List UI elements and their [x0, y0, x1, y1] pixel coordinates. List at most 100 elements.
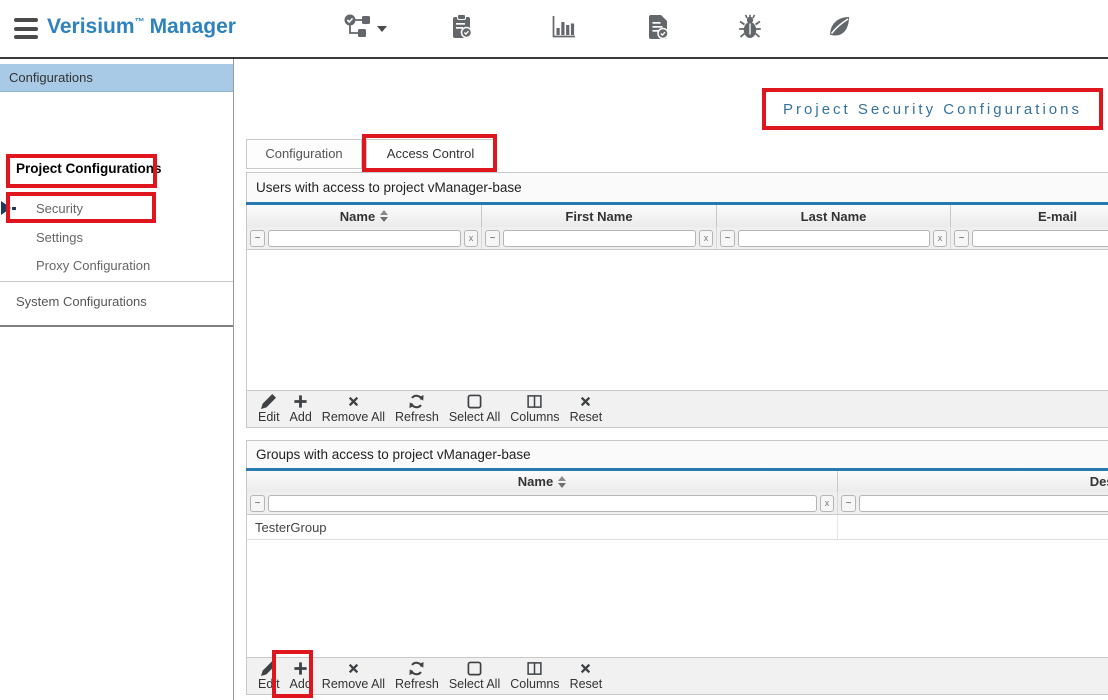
match-mode-button[interactable]: ~ [250, 230, 265, 247]
match-mode-button[interactable]: ~ [841, 495, 856, 512]
clear-filter-button[interactable]: x [464, 230, 478, 247]
refresh-icon [409, 394, 424, 409]
sidebar-vertical-divider [233, 59, 234, 700]
table-row[interactable]: TesterGroup [246, 515, 1108, 540]
match-mode-button[interactable]: ~ [250, 495, 265, 512]
groups-filter-description: ~ [838, 492, 1108, 514]
sidebar-item-system-configurations[interactable]: System Configurations [16, 294, 147, 309]
users-column-header-email[interactable]: E-mail [951, 205, 1108, 227]
sort-icon [558, 476, 566, 488]
groups-filter-row: ~ x ~ [246, 492, 1108, 515]
users-filter-name: ~ x [247, 227, 482, 249]
groups-table-header: Name Description [246, 471, 1108, 492]
select-all-button[interactable]: Select All [444, 659, 505, 693]
document-check-icon[interactable] [641, 11, 675, 43]
groups-section-title: Groups with access to project vManager-b… [246, 440, 1108, 468]
groups-column-header-description[interactable]: Description [838, 471, 1108, 492]
sidebar-item-security[interactable]: Security [36, 201, 83, 216]
users-first-name-filter-input[interactable] [503, 230, 696, 247]
columns-button[interactable]: Columns [505, 659, 564, 693]
users-name-filter-input[interactable] [268, 230, 461, 247]
users-email-filter-input[interactable] [972, 230, 1108, 247]
users-table-header: Name First Name Last Name E-mail [246, 205, 1108, 227]
sidebar-item-proxy-configuration[interactable]: Proxy Configuration [36, 258, 150, 273]
clipboard-check-icon[interactable] [445, 11, 479, 43]
groups-filter-name: ~ x [247, 492, 838, 514]
groups-description-filter-input[interactable] [859, 495, 1108, 512]
sidebar-header: Configurations [0, 64, 233, 92]
users-filter-last-name: ~ x [717, 227, 951, 249]
refresh-button[interactable]: Refresh [390, 392, 444, 426]
x-icon [347, 661, 360, 676]
app-header: Verisium™ Manager [0, 0, 1108, 59]
users-table-body [246, 250, 1108, 390]
match-mode-button[interactable]: ~ [720, 230, 735, 247]
plus-icon [293, 661, 308, 676]
select-all-button[interactable]: Select All [444, 392, 505, 426]
users-filter-first-name: ~ x [482, 227, 717, 249]
edit-button[interactable]: Edit [253, 392, 285, 426]
pencil-icon [261, 394, 276, 409]
groups-toolbar: Edit Add Remove All Refresh Select All C… [246, 657, 1108, 695]
workflow-check-icon[interactable] [341, 11, 375, 43]
groups-table-body [246, 540, 1108, 657]
match-mode-button[interactable]: ~ [954, 230, 969, 247]
trademark: ™ [135, 17, 145, 28]
sidebar-item-settings[interactable]: Settings [36, 230, 83, 245]
sort-icon [380, 210, 388, 222]
tab-configuration[interactable]: Configuration [246, 139, 362, 169]
x-icon [579, 394, 592, 409]
users-filter-row: ~ x ~ x ~ x ~ [246, 227, 1108, 250]
refresh-button[interactable]: Refresh [390, 659, 444, 693]
app-name-suffix: Manager [150, 15, 236, 38]
users-section-title: Users with access to project vManager-ba… [246, 172, 1108, 202]
plus-icon [293, 394, 308, 409]
clear-filter-button[interactable]: x [820, 495, 834, 512]
groups-name-filter-input[interactable] [268, 495, 817, 512]
app-logo: Verisium™ Manager [47, 15, 236, 39]
bug-icon[interactable] [733, 11, 767, 43]
tab-access-control[interactable]: Access Control [366, 139, 495, 169]
active-item-arrow-icon [1, 201, 11, 215]
add-button[interactable]: Add [285, 392, 317, 426]
users-column-header-first-name[interactable]: First Name [482, 205, 717, 227]
group-description-cell [838, 515, 1108, 539]
hamburger-menu-icon[interactable] [14, 18, 38, 39]
reset-button[interactable]: Reset [565, 392, 608, 426]
groups-panel: Groups with access to project vManager-b… [246, 440, 1108, 695]
users-column-header-name[interactable]: Name [247, 205, 482, 227]
sidebar-bottom-border [0, 325, 233, 327]
remove-all-button[interactable]: Remove All [317, 659, 390, 693]
edit-button[interactable]: Edit [253, 659, 285, 693]
clear-filter-button[interactable]: x [699, 230, 713, 247]
columns-icon [527, 661, 542, 676]
bar-chart-icon[interactable] [547, 11, 581, 43]
remove-all-button[interactable]: Remove All [317, 392, 390, 426]
sidebar-item-project-configurations[interactable]: Project Configurations [16, 161, 162, 176]
page-title: Project Security Configurations [766, 92, 1099, 126]
users-toolbar: Edit Add Remove All Refresh Select All C… [246, 390, 1108, 428]
users-last-name-filter-input[interactable] [738, 230, 930, 247]
sidebar-divider [0, 281, 233, 282]
app-name: Verisium [47, 15, 135, 38]
add-button[interactable]: Add [285, 659, 317, 693]
groups-column-header-name[interactable]: Name [247, 471, 838, 492]
pencil-icon [261, 661, 276, 676]
refresh-icon [409, 661, 424, 676]
columns-icon [527, 394, 542, 409]
users-filter-email: ~ [951, 227, 1108, 249]
x-icon [579, 661, 592, 676]
leaf-icon[interactable] [822, 11, 856, 43]
columns-button[interactable]: Columns [505, 392, 564, 426]
clear-filter-button[interactable]: x [933, 230, 947, 247]
users-column-header-last-name[interactable]: Last Name [717, 205, 951, 227]
square-icon [467, 661, 482, 676]
dropdown-caret-icon[interactable] [377, 26, 387, 32]
x-icon [347, 394, 360, 409]
users-panel: Users with access to project vManager-ba… [246, 172, 1108, 428]
group-name-cell: TesterGroup [247, 515, 838, 539]
active-item-arrow-tail [12, 207, 16, 210]
match-mode-button[interactable]: ~ [485, 230, 500, 247]
reset-button[interactable]: Reset [565, 659, 608, 693]
square-icon [467, 394, 482, 409]
